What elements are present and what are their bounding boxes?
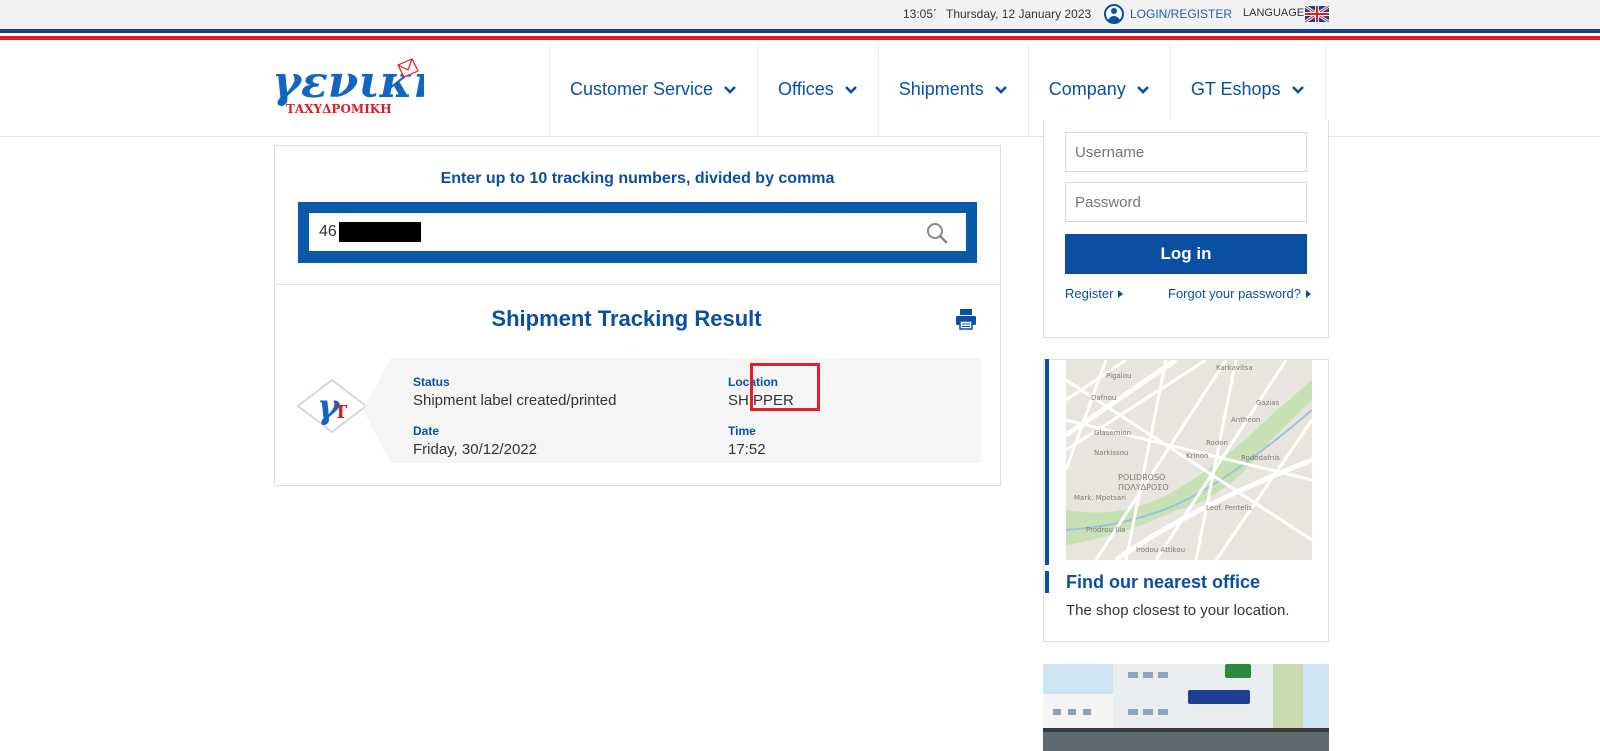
tracking-search-frame bbox=[298, 202, 977, 263]
accent-bar bbox=[1045, 571, 1049, 593]
login-register-link[interactable]: LOGIN/REGISTER bbox=[1104, 4, 1232, 24]
language-label: LANGUAGE: bbox=[1243, 7, 1308, 19]
result-title: Shipment Tracking Result bbox=[275, 306, 1002, 332]
password-field[interactable] bbox=[1065, 182, 1307, 222]
map-label: Krinon bbox=[1186, 452, 1209, 460]
clock-time: 13:05΄ bbox=[903, 7, 938, 21]
location-highlight-box bbox=[750, 363, 820, 411]
print-icon[interactable] bbox=[955, 308, 977, 330]
office-map[interactable]: Pigalou Karkavitsa Dafnou Gazias Anthéon… bbox=[1066, 360, 1312, 560]
chevron-down-icon bbox=[994, 85, 1007, 94]
status-field: Status Shipment label created/printed bbox=[413, 375, 616, 409]
map-label: Glasemion bbox=[1094, 429, 1131, 437]
time-value: 17:52 bbox=[728, 441, 766, 458]
tracking-status-row: γ T Status Shipment label created/printe… bbox=[295, 358, 981, 463]
map-label: Karkavitsa bbox=[1216, 364, 1253, 372]
status-detail-panel: Status Shipment label created/printed Lo… bbox=[363, 358, 981, 463]
status-value: Shipment label created/printed bbox=[413, 392, 617, 409]
map-label: Anthéon bbox=[1231, 416, 1260, 424]
nearest-office-card[interactable]: Pigalou Karkavitsa Dafnou Gazias Anthéon… bbox=[1043, 359, 1329, 642]
accent-bar bbox=[1045, 359, 1049, 565]
forgot-password-link[interactable]: Forgot your password? bbox=[1168, 286, 1311, 301]
map-label: Pigalou bbox=[1106, 372, 1131, 380]
chevron-down-icon bbox=[724, 85, 736, 94]
nav-offices[interactable]: Offices bbox=[757, 42, 878, 137]
map-label: Prodrou Ilia bbox=[1086, 526, 1125, 534]
user-icon bbox=[1104, 4, 1124, 24]
map-label: Gazias bbox=[1256, 399, 1280, 407]
username-field[interactable] bbox=[1065, 132, 1307, 172]
map-label: Narkissou bbox=[1094, 449, 1128, 457]
map-label: Rodon bbox=[1206, 439, 1228, 447]
time-field: Time 17:52 bbox=[728, 424, 766, 458]
office-title: Find our nearest office bbox=[1066, 572, 1261, 592]
nav-item-label: Offices bbox=[778, 79, 834, 99]
nav-item-label: Company bbox=[1048, 79, 1126, 99]
caret-right-icon bbox=[1305, 289, 1311, 298]
logo-sub-text: ΤΑΧΥΔΡΟΜΙΚΗ bbox=[286, 102, 392, 116]
search-icon[interactable] bbox=[926, 222, 948, 244]
nav-item-label: Shipments bbox=[898, 79, 984, 99]
nav-item-label: GT Eshops bbox=[1190, 79, 1281, 99]
chevron-down-icon bbox=[1291, 85, 1304, 94]
site-header: γενική ΤΑΧΥΔΡΟΜΙΚΗ Customer Service Offi… bbox=[0, 42, 1600, 137]
date-field: Date Friday, 30/12/2022 bbox=[413, 424, 537, 458]
nav-shipments[interactable]: Shipments bbox=[877, 42, 1028, 137]
map-label: Rododafnis bbox=[1241, 454, 1280, 462]
tracking-panel: Enter up to 10 tracking numbers, divided… bbox=[274, 145, 1001, 486]
login-register-label: LOGIN/REGISTER bbox=[1130, 7, 1233, 21]
svg-text:T: T bbox=[334, 402, 348, 423]
date-value: Friday, 30/12/2022 bbox=[413, 441, 537, 458]
date-label: Date bbox=[413, 424, 440, 438]
nav-item-label: Customer Service bbox=[570, 79, 714, 99]
panel-divider bbox=[275, 284, 1000, 285]
map-label: ΠΟΛΥΔΡΟΣΟ bbox=[1118, 483, 1169, 492]
map-label: POLIDROSO bbox=[1118, 473, 1165, 482]
gt-badge-icon: γ T bbox=[296, 378, 368, 434]
map-label: Dafnou bbox=[1091, 394, 1116, 402]
chevron-down-icon bbox=[844, 85, 857, 94]
promo-building-image[interactable] bbox=[1043, 664, 1329, 751]
register-label: Register bbox=[1065, 286, 1114, 301]
map-label: Leof. Pentelis bbox=[1206, 504, 1252, 512]
tracking-prompt: Enter up to 10 tracking numbers, divided… bbox=[440, 170, 835, 187]
uk-flag-icon[interactable] bbox=[1305, 6, 1329, 22]
result-title-text: Shipment Tracking Result bbox=[491, 306, 762, 331]
status-label: Status bbox=[413, 375, 450, 389]
login-panel: Log in Register Forgot your password? bbox=[1043, 120, 1329, 338]
map-label: Irodou Attikou bbox=[1136, 546, 1185, 554]
login-button[interactable]: Log in bbox=[1065, 234, 1307, 274]
redacted-tracking-number bbox=[339, 222, 421, 242]
top-utility-bar: 13:05΄ Thursday, 12 January 2023 LOGIN/R… bbox=[0, 0, 1600, 29]
current-date: Thursday, 12 January 2023 bbox=[946, 7, 1092, 21]
caret-right-icon bbox=[1118, 289, 1124, 298]
register-link[interactable]: Register bbox=[1065, 286, 1124, 301]
office-subtitle: The shop closest to your location. bbox=[1066, 602, 1290, 619]
map-label: Mark. Mpotsari bbox=[1074, 494, 1126, 502]
nav-customer-service[interactable]: Customer Service bbox=[549, 42, 757, 137]
chevron-down-icon bbox=[1136, 85, 1149, 94]
flag-stripes bbox=[0, 29, 1600, 42]
time-label: Time bbox=[728, 424, 756, 438]
forgot-password-label: Forgot your password? bbox=[1168, 286, 1301, 301]
geniki-taxydromiki-logo[interactable]: γενική ΤΑΧΥΔΡΟΜΙΚΗ bbox=[272, 57, 424, 117]
